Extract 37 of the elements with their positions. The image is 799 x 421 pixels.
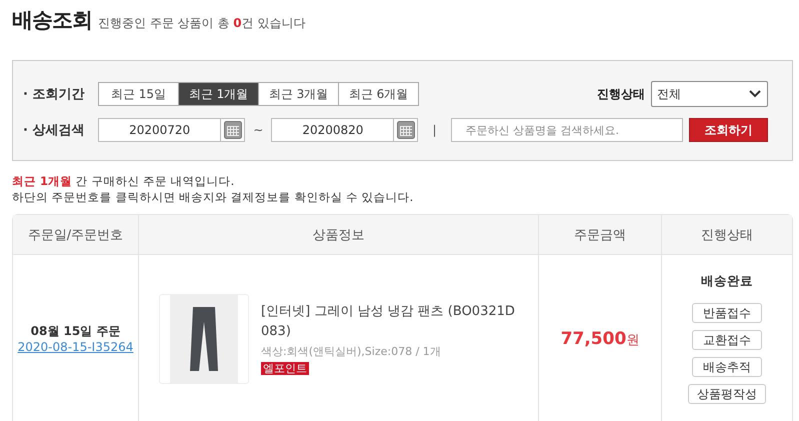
date-separator: ~ bbox=[253, 123, 264, 137]
pants-drawing bbox=[190, 306, 218, 372]
detail-search-label: · 상세검색 bbox=[23, 122, 86, 139]
order-date: 08월 15일 주문 bbox=[30, 323, 120, 340]
status-label: 진행상태 bbox=[597, 86, 645, 102]
column-header: 주문금액 bbox=[538, 215, 661, 255]
notice-text: 하단의 주문번호를 클릭하시면 배송지와 결제정보를 확인하실 수 있습니다. bbox=[12, 189, 414, 205]
action-button[interactable]: 반품접수 bbox=[692, 303, 762, 323]
search-field[interactable]: 주문하신 상품명을 검색하세요. bbox=[450, 118, 683, 142]
page-title: 배송조회 bbox=[12, 7, 92, 34]
column-header: 상품정보 bbox=[138, 215, 538, 255]
period-tab[interactable]: 최근 6개월 bbox=[338, 82, 419, 106]
action-button[interactable]: 상품평작성 bbox=[688, 384, 766, 404]
period-tab[interactable]: 최근 3개월 bbox=[258, 82, 339, 106]
product-option: 색상:회색(앤틱실버),Size:078 / 1개 bbox=[261, 344, 441, 359]
search-button[interactable]: 조회하기 bbox=[688, 118, 768, 142]
product-name[interactable]: [인터넷] 그레이 남성 냉감 팬츠 (BO0321D083) bbox=[261, 302, 521, 342]
order-number-link[interactable]: 2020-08-15-I35264 bbox=[18, 340, 134, 354]
notice-text: 최근 1개월 간 구매하신 주문 내역입니다. bbox=[12, 173, 236, 189]
calendar-icon bbox=[224, 121, 242, 139]
calendar-icon bbox=[396, 121, 415, 139]
date-to-field[interactable]: 20200820 bbox=[271, 118, 418, 142]
column-header: 진행상태 bbox=[661, 215, 792, 255]
order-status: 배송완료 bbox=[701, 273, 753, 290]
point-tag: 엘포인트 bbox=[261, 362, 309, 375]
column-header: 주문일/주문번호 bbox=[13, 215, 138, 255]
order-price: 77,500원 bbox=[560, 328, 640, 348]
divider-mark: | bbox=[432, 123, 437, 137]
chevron-down-icon bbox=[749, 90, 761, 98]
action-button[interactable]: 배송추적 bbox=[692, 357, 762, 377]
status-select[interactable]: 전체 bbox=[651, 81, 768, 107]
period-tab[interactable]: 최근 1개월 bbox=[178, 82, 259, 106]
order-summary: 진행중인 주문 상품이 총 0건 있습니다 bbox=[98, 15, 306, 32]
period-tab[interactable]: 최근 15일 bbox=[98, 82, 179, 106]
action-button[interactable]: 교환접수 bbox=[692, 330, 762, 350]
period-label: · 조회기간 bbox=[23, 86, 86, 103]
date-from-field[interactable]: 20200720 bbox=[98, 118, 246, 142]
